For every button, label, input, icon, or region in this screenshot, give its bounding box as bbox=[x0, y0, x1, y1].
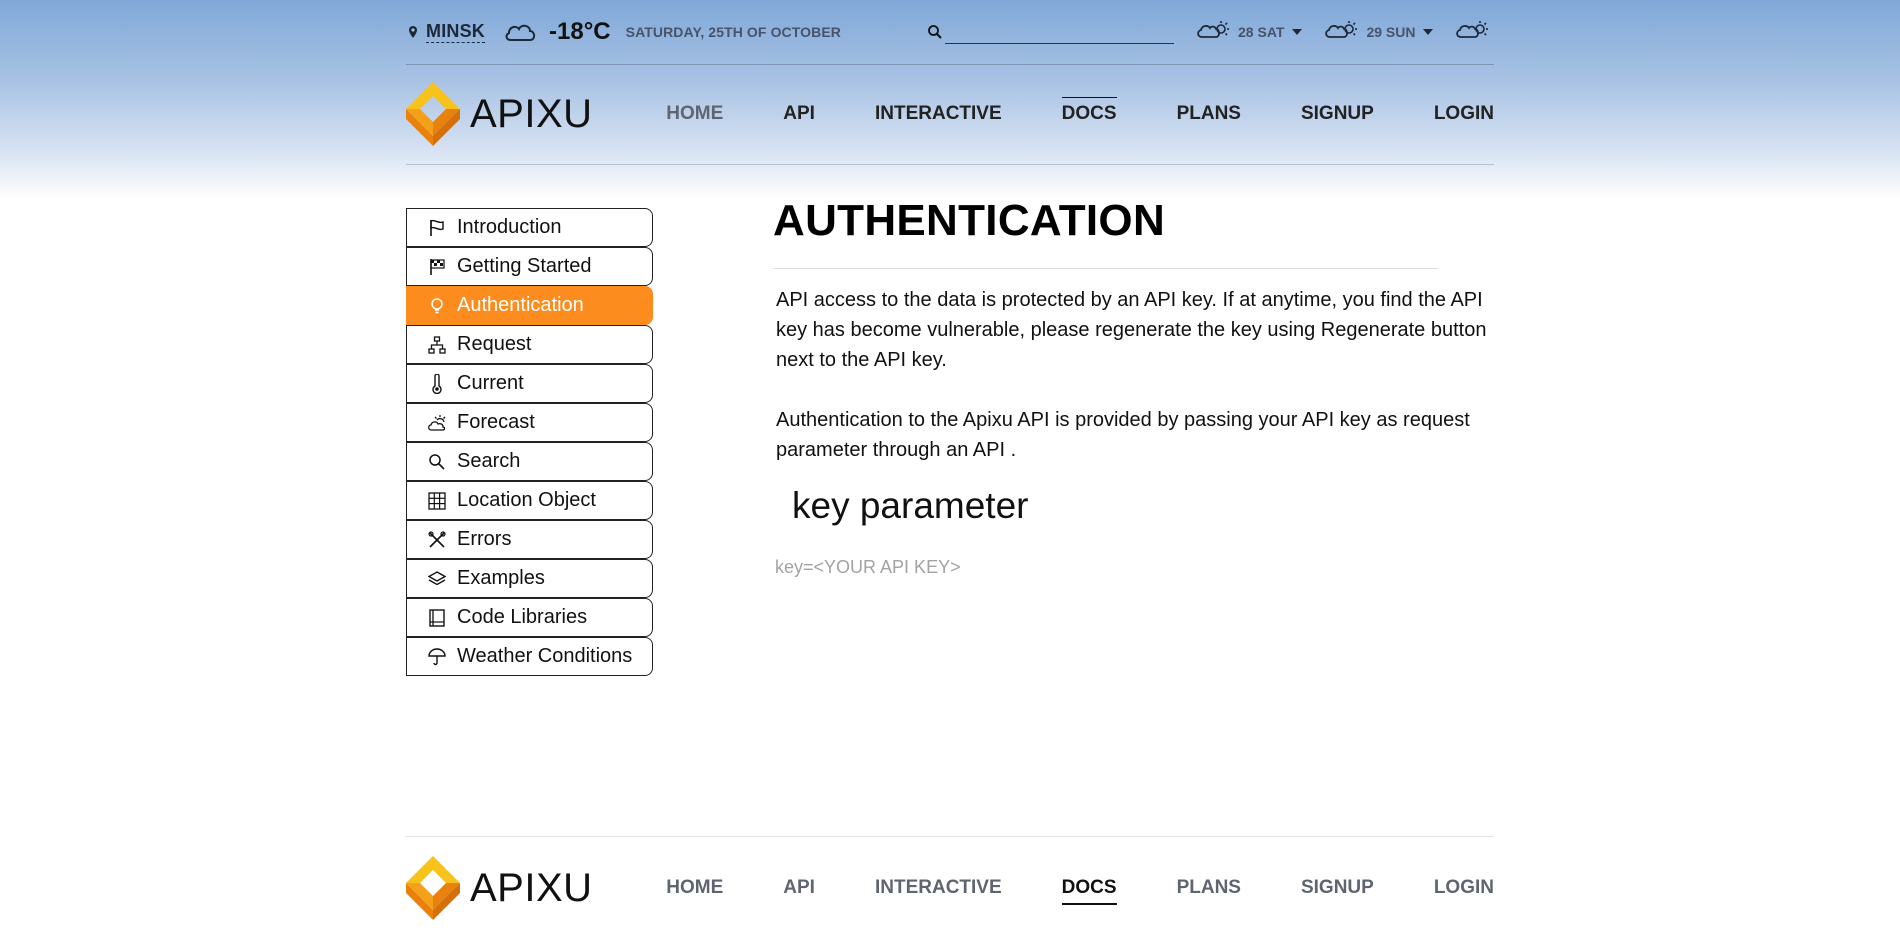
sidebar-item-label: Getting Started bbox=[457, 255, 592, 277]
sidebar-item-location-object[interactable]: Location Object bbox=[406, 481, 653, 520]
grid-icon bbox=[427, 491, 447, 510]
title-divider bbox=[773, 268, 1438, 269]
forecast-day-3[interactable] bbox=[1455, 19, 1489, 45]
search-input[interactable] bbox=[945, 20, 1175, 44]
checkered-flag-icon bbox=[427, 258, 447, 276]
sidebar-item-label: Current bbox=[457, 372, 524, 394]
sidebar-item-request[interactable]: Request bbox=[406, 325, 653, 364]
code-sample: key=<YOUR API KEY> bbox=[775, 557, 961, 577]
footer-nav-plans[interactable]: PLANS bbox=[1177, 871, 1241, 905]
main-nav: HOME API INTERACTIVE DOCS PLANS SIGNUP L… bbox=[666, 97, 1494, 131]
logo[interactable]: APIXU bbox=[406, 82, 593, 146]
sidebar-item-current[interactable]: Current bbox=[406, 364, 653, 403]
chevron-down-icon bbox=[1423, 29, 1434, 35]
sidebar-item-errors[interactable]: Errors bbox=[406, 520, 653, 559]
lightbulb-icon bbox=[427, 297, 447, 315]
docs-sidebar: Introduction Getting Started Authenticat… bbox=[406, 208, 653, 676]
top-bar: MINSK -18°C SATURDAY, 25TH OF OCTOBER 28… bbox=[406, 0, 1494, 65]
sidebar-item-examples[interactable]: Examples bbox=[406, 559, 653, 598]
sidebar-item-code-libraries[interactable]: Code Libraries bbox=[406, 598, 653, 637]
nav-signup[interactable]: SIGNUP bbox=[1301, 97, 1374, 131]
sidebar-item-label: Code Libraries bbox=[457, 606, 588, 628]
city-link[interactable]: MINSK bbox=[426, 21, 485, 43]
sitemap-icon bbox=[427, 335, 447, 354]
partly-sunny-icon bbox=[1196, 19, 1230, 45]
temperature: -18°C bbox=[549, 18, 611, 45]
nav-login[interactable]: LOGIN bbox=[1434, 97, 1494, 131]
forecast-day-2[interactable]: 29 SUN bbox=[1324, 19, 1434, 45]
sidebar-item-label: Search bbox=[457, 450, 521, 472]
footer-nav-api[interactable]: API bbox=[783, 871, 815, 905]
search-box bbox=[927, 20, 1175, 44]
nav-api[interactable]: API bbox=[783, 97, 815, 131]
footer-logo[interactable]: APIXU bbox=[406, 856, 593, 920]
location-pin-icon bbox=[406, 25, 420, 39]
section-subtitle: key parameter bbox=[792, 485, 1029, 526]
partly-sunny-icon bbox=[1455, 19, 1489, 45]
sidebar-item-forecast[interactable]: Forecast bbox=[406, 403, 653, 442]
partly-sunny-icon bbox=[1324, 19, 1358, 45]
book-icon bbox=[427, 608, 447, 627]
main-header: APIXU HOME API INTERACTIVE DOCS PLANS SI… bbox=[406, 64, 1494, 165]
page: MINSK -18°C SATURDAY, 25TH OF OCTOBER 28… bbox=[0, 0, 1900, 938]
footer: APIXU HOME API INTERACTIVE DOCS PLANS SI… bbox=[406, 836, 1494, 938]
footer-nav: HOME API INTERACTIVE DOCS PLANS SIGNUP L… bbox=[666, 871, 1494, 905]
forecast-day-1[interactable]: 28 SAT bbox=[1196, 19, 1303, 45]
footer-nav-home[interactable]: HOME bbox=[666, 871, 723, 905]
sidebar-item-label: Forecast bbox=[457, 411, 535, 433]
sidebar-item-label: Examples bbox=[457, 567, 545, 589]
search-icon bbox=[427, 453, 447, 471]
cloud-sun-icon bbox=[427, 414, 447, 432]
nav-home[interactable]: HOME bbox=[666, 97, 723, 131]
sidebar-item-authentication[interactable]: Authentication bbox=[406, 286, 653, 325]
sidebar-item-search[interactable]: Search bbox=[406, 442, 653, 481]
apixu-logo-icon bbox=[406, 856, 460, 920]
nav-docs[interactable]: DOCS bbox=[1061, 97, 1117, 131]
footer-nav-signup[interactable]: SIGNUP bbox=[1301, 871, 1374, 905]
logo-text: APIXU bbox=[470, 91, 593, 136]
page-title: AUTHENTICATION bbox=[773, 196, 1166, 245]
sidebar-item-label: Authentication bbox=[457, 294, 584, 316]
sidebar-item-label: Weather Conditions bbox=[457, 645, 633, 667]
docs-content: AUTHENTICATION API access to the data is… bbox=[773, 196, 1493, 578]
paragraph: API access to the data is protected by a… bbox=[776, 289, 1487, 371]
nav-plans[interactable]: PLANS bbox=[1177, 97, 1241, 131]
logo-text: APIXU bbox=[470, 865, 593, 910]
sidebar-item-label: Request bbox=[457, 333, 532, 355]
footer-nav-interactive[interactable]: INTERACTIVE bbox=[875, 871, 1002, 905]
thermometer-icon bbox=[427, 373, 447, 394]
flag-icon bbox=[427, 219, 447, 237]
sidebar-item-getting-started[interactable]: Getting Started bbox=[406, 247, 653, 286]
paragraph: Authentication to the Apixu API is provi… bbox=[776, 409, 1470, 461]
forecast-day-label: 29 SUN bbox=[1366, 24, 1416, 40]
sidebar-item-label: Introduction bbox=[457, 216, 562, 238]
chevron-down-icon bbox=[1292, 29, 1303, 35]
sidebar-item-label: Errors bbox=[457, 528, 512, 550]
nav-interactive[interactable]: INTERACTIVE bbox=[875, 97, 1002, 131]
footer-nav-docs[interactable]: DOCS bbox=[1061, 871, 1117, 905]
current-date: SATURDAY, 25TH OF OCTOBER bbox=[625, 24, 842, 40]
sidebar-item-weather-conditions[interactable]: Weather Conditions bbox=[406, 637, 653, 676]
forecast-day-label: 28 SAT bbox=[1238, 24, 1285, 40]
layers-icon bbox=[427, 570, 447, 588]
sidebar-item-introduction[interactable]: Introduction bbox=[406, 208, 653, 247]
footer-nav-login[interactable]: LOGIN bbox=[1434, 871, 1494, 905]
cloud-icon bbox=[503, 21, 537, 43]
umbrella-icon bbox=[427, 647, 447, 666]
apixu-logo-icon bbox=[406, 82, 460, 146]
tools-icon bbox=[427, 530, 447, 549]
sidebar-item-label: Location Object bbox=[457, 489, 596, 511]
search-icon[interactable] bbox=[927, 24, 943, 44]
